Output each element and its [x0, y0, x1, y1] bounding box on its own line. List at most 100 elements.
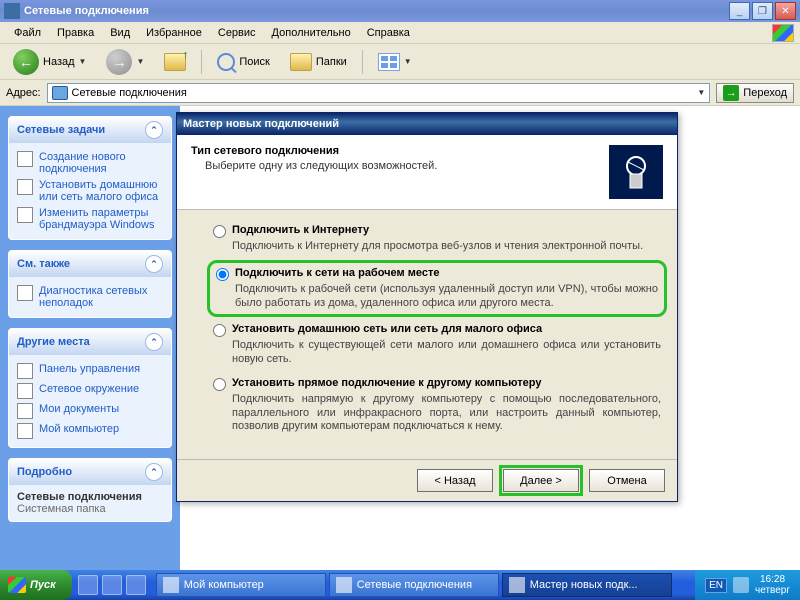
task-icon: [17, 151, 33, 167]
task-my-computer[interactable]: Мой компьютер: [156, 573, 326, 597]
folders-button[interactable]: Папки: [283, 49, 354, 75]
clock-day: четверг: [755, 585, 790, 596]
other-control-panel[interactable]: Панель управления: [17, 361, 163, 381]
separator: [201, 50, 202, 74]
windows-logo-icon: [772, 24, 794, 42]
clock[interactable]: 16:28 четверг: [755, 574, 790, 596]
forward-button[interactable]: → ▼: [99, 45, 151, 79]
task-icon: [509, 577, 525, 593]
separator: [362, 50, 363, 74]
search-icon: [217, 53, 235, 71]
search-button[interactable]: Поиск: [210, 49, 276, 75]
task-icon: [17, 179, 33, 195]
option-home-network[interactable]: Установить домашнюю сеть или сеть для ма…: [213, 323, 661, 367]
views-button[interactable]: ▼: [371, 49, 419, 75]
task-network-connections[interactable]: Сетевые подключения: [329, 573, 499, 597]
menu-service[interactable]: Сервис: [210, 25, 264, 41]
menu-help[interactable]: Справка: [359, 25, 418, 41]
panel-see-also: См. также ⌃ Диагностика сетевых неполадо…: [8, 250, 172, 318]
toolbar: ← Назад ▼ → ▼ ↑ Поиск Папки ▼: [0, 44, 800, 80]
option-label: Установить прямое подключение к другому …: [232, 377, 541, 389]
address-field[interactable]: Сетевые подключения ▼: [47, 83, 711, 103]
back-label: Назад: [43, 56, 75, 68]
collapse-icon[interactable]: ⌃: [145, 255, 163, 273]
start-button[interactable]: Пуск: [0, 570, 72, 600]
task-buttons: Мой компьютер Сетевые подключения Мастер…: [152, 573, 695, 597]
option-internet[interactable]: Подключить к Интернету Подключить к Инте…: [213, 224, 661, 254]
panel-header[interactable]: Подробно ⌃: [9, 459, 171, 485]
panel-header[interactable]: См. также ⌃: [9, 251, 171, 277]
option-desc: Подключить к рабочей сети (используя уда…: [235, 283, 658, 311]
radio-internet[interactable]: [213, 225, 226, 238]
panel-title: См. также: [17, 258, 70, 270]
back-button[interactable]: ← Назад ▼: [6, 45, 93, 79]
collapse-icon[interactable]: ⌃: [145, 333, 163, 351]
go-button[interactable]: → Переход: [716, 83, 794, 103]
menu-extra[interactable]: Дополнительно: [264, 25, 359, 41]
collapse-icon[interactable]: ⌃: [145, 463, 163, 481]
task-icon: [163, 577, 179, 593]
cancel-button[interactable]: Отмена: [589, 469, 665, 492]
task-home-network[interactable]: Установить домашнюю или сеть малого офис…: [17, 177, 163, 205]
quicklaunch-item[interactable]: [78, 575, 98, 595]
app-icon: [4, 3, 20, 19]
next-button[interactable]: Далее >: [503, 469, 579, 492]
quicklaunch: [72, 575, 152, 595]
task-firewall[interactable]: Изменить параметры брандмауэра Windows: [17, 205, 163, 233]
panel-details: Подробно ⌃ Сетевые подключения Системная…: [8, 458, 172, 522]
see-diagnostics[interactable]: Диагностика сетевых неполадок: [17, 283, 163, 311]
option-direct[interactable]: Установить прямое подключение к другому …: [213, 377, 661, 434]
collapse-icon[interactable]: ⌃: [145, 121, 163, 139]
close-button[interactable]: ✕: [775, 2, 796, 20]
option-desc: Подключить к Интернету для просмотра веб…: [232, 240, 661, 254]
minimize-button[interactable]: _: [729, 2, 750, 20]
forward-dropdown-icon[interactable]: ▼: [136, 57, 144, 66]
menu-file[interactable]: Файл: [6, 25, 49, 41]
address-dropdown-icon[interactable]: ▼: [697, 88, 705, 97]
network-icon: [17, 383, 33, 399]
addressbar: Адрес: Сетевые подключения ▼ → Переход: [0, 80, 800, 106]
language-indicator[interactable]: EN: [705, 578, 727, 593]
option-label: Подключить к Интернету: [232, 224, 369, 236]
window-title: Сетевые подключения: [24, 5, 727, 17]
back-button[interactable]: < Назад: [417, 469, 493, 492]
other-my-docs[interactable]: Мои документы: [17, 401, 163, 421]
details-type: Системная папка: [17, 503, 163, 515]
panel-network-tasks: Сетевые задачи ⌃ Создание нового подключ…: [8, 116, 172, 240]
wizard-buttons: < Назад Далее > Отмена: [177, 459, 677, 501]
other-my-computer[interactable]: Мой компьютер: [17, 421, 163, 441]
panel-header[interactable]: Сетевые задачи ⌃: [9, 117, 171, 143]
radio-direct[interactable]: [213, 378, 226, 391]
info-icon: [17, 285, 33, 301]
panel-header[interactable]: Другие места ⌃: [9, 329, 171, 355]
other-network-places[interactable]: Сетевое окружение: [17, 381, 163, 401]
quicklaunch-item[interactable]: [126, 575, 146, 595]
wizard-subheading: Выберите одну из следующих возможностей.: [191, 160, 609, 172]
back-dropdown-icon[interactable]: ▼: [79, 57, 87, 66]
task-wizard[interactable]: Мастер новых подк...: [502, 573, 672, 597]
address-value: Сетевые подключения: [72, 87, 187, 99]
menu-favorites[interactable]: Избранное: [138, 25, 210, 41]
views-icon: [378, 53, 400, 71]
option-workplace[interactable]: Подключить к сети на рабочем месте Подкл…: [216, 267, 658, 311]
views-dropdown-icon[interactable]: ▼: [404, 57, 412, 66]
up-button[interactable]: ↑: [157, 49, 193, 75]
quicklaunch-item[interactable]: [102, 575, 122, 595]
radio-workplace[interactable]: [216, 268, 229, 281]
radio-home-network[interactable]: [213, 324, 226, 337]
folders-label: Папки: [316, 56, 347, 68]
search-label: Поиск: [239, 56, 269, 68]
task-create-connection[interactable]: Создание нового подключения: [17, 149, 163, 177]
task-icon: [17, 207, 33, 223]
windows-flag-icon: [8, 577, 26, 593]
wizard-heading: Тип сетевого подключения: [191, 145, 609, 160]
wizard-titlebar[interactable]: Мастер новых подключений: [177, 113, 677, 135]
maximize-button[interactable]: ❐: [752, 2, 773, 20]
forward-arrow-icon: →: [106, 49, 132, 75]
tray-icon[interactable]: [733, 577, 749, 593]
folder-icon: [17, 403, 33, 419]
folder-icon: [17, 363, 33, 379]
menu-edit[interactable]: Правка: [49, 25, 102, 41]
panel-title: Другие места: [17, 336, 90, 348]
menu-view[interactable]: Вид: [102, 25, 138, 41]
